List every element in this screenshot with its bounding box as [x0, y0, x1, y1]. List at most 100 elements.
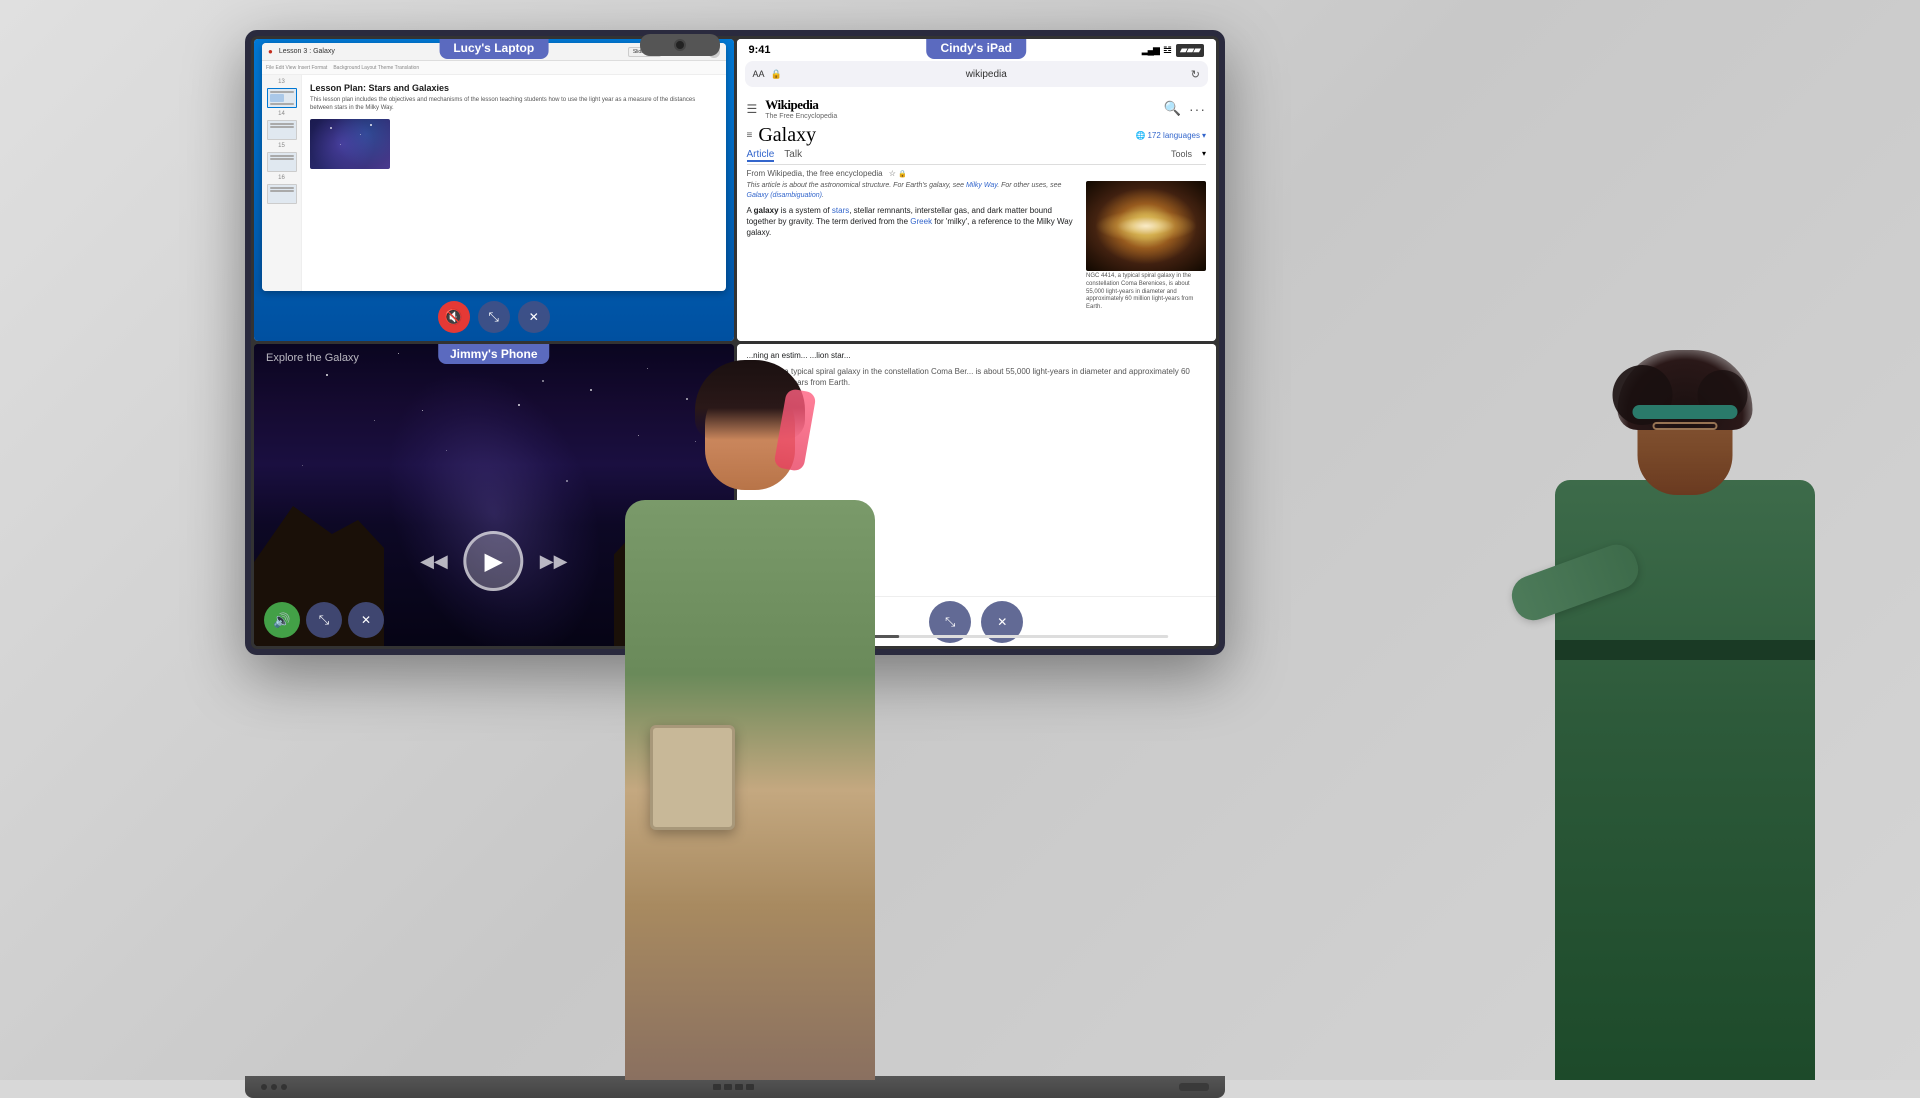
slide-image	[310, 119, 390, 169]
disambiguation-text: This article is about the astronomical s…	[747, 181, 1079, 201]
slide-panel: 13 14	[262, 75, 302, 291]
reload-button[interactable]: ↻	[1191, 68, 1200, 81]
quadrant-phone: Explore the Galaxy Jimmy's Phone ◀◀ ▶ ▶▶…	[254, 344, 734, 646]
slide-thumb-4[interactable]	[267, 184, 297, 204]
wifi-icon: 𝌤	[1163, 45, 1172, 56]
wiki-tabs: Article Talk Tools ▾	[747, 149, 1207, 165]
wiki-text-column: This article is about the astronomical s…	[747, 181, 1079, 312]
minimize-icon-phone: ⤡	[319, 612, 329, 628]
doc-content: 13 14	[262, 75, 726, 291]
lang-count: 172 languages	[1147, 131, 1200, 140]
slide-title: Lesson Plan: Stars and Galaxies	[310, 83, 718, 93]
phone-background: Explore the Galaxy Jimmy's Phone ◀◀ ▶ ▶▶…	[254, 344, 734, 646]
volume-icon: 🔊	[273, 612, 290, 629]
display-board: Lucy's Laptop ● Lesson 3 : Galaxy Slides…	[245, 30, 1225, 655]
rewind-button[interactable]: ◀◀	[420, 551, 448, 572]
wiki-name: Wikipedia	[765, 97, 1155, 113]
bottom-bar-ports	[713, 1084, 754, 1090]
chevron-down-icon: ▾	[1202, 131, 1206, 140]
ipad-progress-bar	[784, 635, 1168, 638]
explore-label: Explore the Galaxy	[266, 352, 359, 364]
ipad-time: 9:41	[749, 44, 771, 56]
wiki-image-column: NGC 4414, a typical spiral galaxy in the…	[1086, 181, 1206, 312]
bottom-bar-dots	[261, 1084, 287, 1090]
wiki-list-icon: ≡	[747, 130, 753, 141]
milky-way-link[interactable]: Milky Way	[966, 182, 997, 189]
wiki-language-button[interactable]: 🌐 172 languages ▾	[1136, 131, 1206, 140]
ipad-bottom-controls: ⤡ ✕	[737, 596, 1217, 646]
galaxy-image-caption: NGC 4414, a typical spiral galaxy in the…	[1086, 273, 1206, 312]
wiki-search-icon[interactable]: 🔍	[1164, 100, 1181, 117]
laptop-controls: 🔇 ⤡ ✕	[438, 301, 550, 333]
webcam-lens	[674, 39, 686, 51]
wiki-tools[interactable]: Tools	[1171, 149, 1192, 162]
ipad-bottom-screen: ...ning an estim... ...lion star... NGC …	[737, 344, 1217, 646]
wiki-continued-text: ...ning an estim... ...lion star...	[747, 350, 1207, 362]
star-icon[interactable]: ☆	[889, 169, 896, 178]
greek-link[interactable]: Greek	[910, 217, 932, 226]
wiki-content: ☰ Wikipedia The Free Encyclopedia 🔍 ··· …	[737, 91, 1217, 339]
ipad-status-icons: ▂▄▆ 𝌤 ▰▰▰	[1142, 44, 1204, 57]
nebula-overlay	[310, 119, 390, 169]
minimize-button-phone[interactable]: ⤡	[306, 602, 342, 638]
doc-toolbar: File Edit View Insert Format Background …	[262, 61, 726, 75]
wiki-from-line: From Wikipedia, the free encyclopedia ☆ …	[747, 169, 1207, 178]
signal-icon: ▂▄▆	[1142, 45, 1159, 56]
wiki-tools-chevron: ▾	[1202, 149, 1206, 162]
slide-thumb-2[interactable]	[267, 120, 297, 140]
close-button[interactable]: ✕	[518, 301, 550, 333]
screen-mode-icon: ⊞	[701, 614, 710, 627]
wiki-menu-icon[interactable]: ☰	[747, 102, 758, 116]
doc-window: ● Lesson 3 : Galaxy Slideshow ▸ Share Fi…	[262, 43, 726, 291]
wiki-more-icon[interactable]: ···	[1189, 101, 1206, 117]
volume-button[interactable]: 🔊	[264, 602, 300, 638]
close-icon-phone: ✕	[361, 613, 371, 627]
slide-thumb-1[interactable]	[267, 88, 297, 108]
wiki-from-text: From Wikipedia, the free encyclopedia	[747, 169, 883, 178]
close-icon: ✕	[529, 310, 539, 324]
wiki-body: This article is about the astronomical s…	[747, 181, 1207, 312]
lock-icon: 🔒	[898, 171, 907, 178]
speaker-grille	[1179, 1083, 1209, 1091]
minimize-icon: ⤡	[489, 309, 499, 325]
quadrant-ipad-top: Cindy's iPad 9:41 ▂▄▆ 𝌤 ▰▰▰ AA 🔒 wikiped…	[737, 39, 1217, 341]
laptop-screen: ● Lesson 3 : Galaxy Slideshow ▸ Share Fi…	[254, 39, 734, 341]
galaxy-image	[1086, 181, 1206, 271]
play-button[interactable]: ▶	[464, 531, 524, 591]
slide-thumb-3[interactable]	[267, 152, 297, 172]
player-controls: ◀◀ ▶ ▶▶	[420, 531, 567, 591]
ipad-url-bar[interactable]: AA 🔒 wikipedia ↻	[745, 61, 1209, 87]
galaxy-spiral-overlay	[1086, 181, 1206, 271]
forward-button[interactable]: ▶▶	[540, 551, 568, 572]
wiki-title-row: ≡ Galaxy 🌐 172 languages ▾	[747, 124, 1207, 147]
minimize-button[interactable]: ⤡	[478, 301, 510, 333]
play-icon: ▶	[485, 547, 503, 576]
stars-link[interactable]: stars	[832, 206, 849, 215]
quadrant-ipad-bottom: ...ning an estim... ...lion star... NGC …	[737, 344, 1217, 646]
screen-mode-button[interactable]: ⊞	[688, 602, 724, 638]
jimmys-phone-label: Jimmy's Phone	[438, 344, 550, 364]
ipad-screen: 9:41 ▂▄▆ 𝌤 ▰▰▰ AA 🔒 wikipedia ↻	[737, 39, 1217, 341]
wiki-header: ☰ Wikipedia The Free Encyclopedia 🔍 ···	[747, 97, 1207, 120]
display-bottom-bar	[245, 1076, 1225, 1098]
quadrant-laptop: Lucy's Laptop ● Lesson 3 : Galaxy Slides…	[254, 39, 734, 341]
mute-button[interactable]: 🔇	[438, 301, 470, 333]
wiki-logo: Wikipedia The Free Encyclopedia	[765, 97, 1155, 120]
url-text[interactable]: wikipedia	[788, 69, 1185, 80]
lucys-laptop-label: Lucy's Laptop	[439, 39, 548, 59]
wiki-talk-tab[interactable]: Talk	[784, 149, 802, 162]
doc-main-area: Lesson Plan: Stars and Galaxies This les…	[302, 75, 726, 291]
wiki-page-title: Galaxy	[758, 124, 1129, 147]
wiki-article-tab[interactable]: Article	[747, 149, 775, 162]
url-lock-icon: 🔒	[771, 69, 782, 80]
cindys-ipad-label: Cindy's iPad	[926, 39, 1026, 59]
close-button-phone[interactable]: ✕	[348, 602, 384, 638]
galaxy-disambig-link[interactable]: Galaxy (disambiguation)	[747, 192, 822, 199]
wiki-extra-text: NGC 44... a typical spiral galaxy in the…	[747, 366, 1207, 388]
font-size-button[interactable]: AA	[753, 69, 765, 79]
wiki-inline-link[interactable]: NGC 44...	[747, 367, 783, 376]
laptop-desktop-bg: ● Lesson 3 : Galaxy Slideshow ▸ Share Fi…	[254, 39, 734, 341]
close-icon-ipad: ✕	[997, 615, 1007, 629]
translate-icon: 🌐	[1136, 131, 1146, 140]
phone-bottom-controls: 🔊 ⤡ ✕ ⊞	[264, 602, 724, 638]
